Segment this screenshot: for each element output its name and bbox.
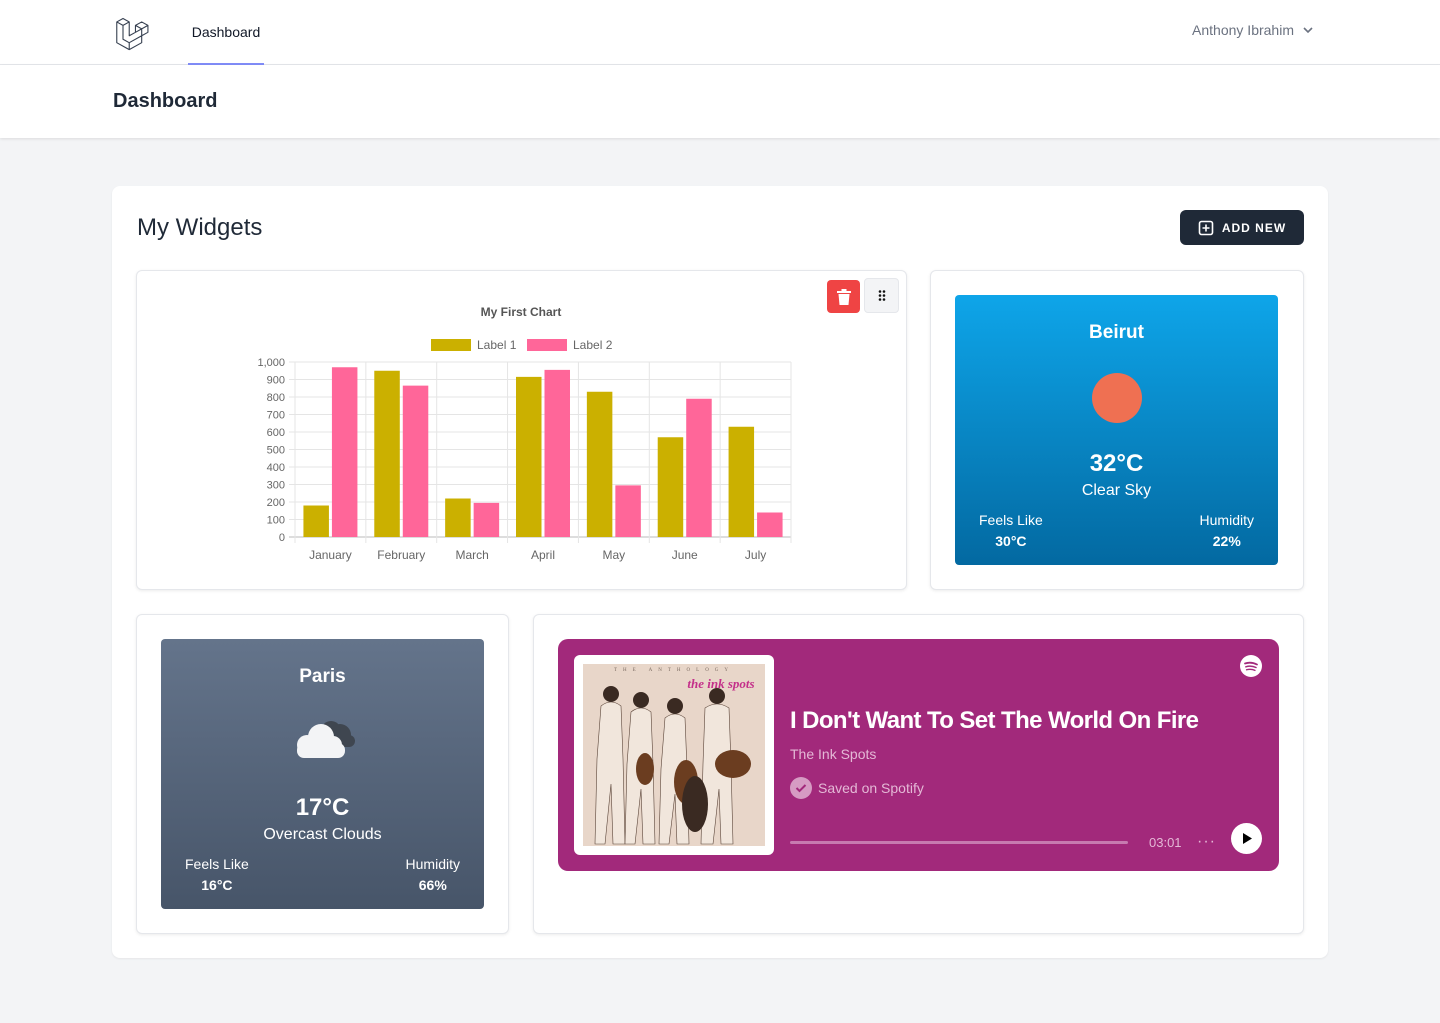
add-new-label: ADD NEW [1221, 220, 1287, 235]
y-tick-label: 500 [267, 445, 285, 457]
bar [473, 502, 500, 537]
weather-city: Paris [299, 666, 346, 687]
saved-status[interactable]: Saved on Spotify [790, 777, 924, 799]
x-tick-label: July [745, 548, 766, 562]
spotify-embed: THE ANTHOLOGY the ink spots I Don't Want… [558, 639, 1279, 871]
bar [586, 391, 613, 537]
chevron-down-icon [1303, 27, 1313, 34]
y-tick-label: 700 [267, 410, 285, 422]
x-tick-label: January [309, 548, 352, 562]
user-menu[interactable]: Anthony Ibrahim [1192, 22, 1314, 38]
check-icon [790, 777, 812, 799]
album-art: THE ANTHOLOGY the ink spots [583, 664, 765, 846]
humidity-label: Humidity [1199, 512, 1254, 528]
weather-temperature: 17°C [295, 794, 350, 821]
spotify-logo-icon[interactable] [1240, 655, 1262, 677]
page-title: Dashboard [113, 90, 218, 112]
feels-like: Feels Like 30°C [979, 512, 1043, 549]
widgets-title: My Widgets [137, 214, 263, 241]
add-new-button[interactable]: ADD NEW [1180, 210, 1304, 245]
bar [686, 398, 712, 537]
feels-like-value: 30°C [995, 533, 1027, 549]
y-tick-label: 800 [267, 392, 285, 404]
y-tick-label: 600 [267, 427, 285, 439]
play-button[interactable] [1231, 823, 1262, 854]
humidity: Humidity 66% [406, 856, 460, 893]
weather-card: Paris 17°C Overcast Clouds Feels Like 16… [161, 639, 484, 909]
feels-like-label: Feels Like [185, 856, 249, 872]
bar [615, 485, 641, 537]
humidity: Humidity 22% [1200, 512, 1254, 549]
feels-like-label: Feels Like [979, 512, 1043, 528]
weather-card: Beirut 32°C Clear Sky Feels Like 30°C Hu… [955, 295, 1278, 565]
x-tick-label: February [377, 548, 425, 562]
bar [402, 385, 429, 537]
trash-icon [836, 288, 851, 305]
album-cover[interactable]: THE ANTHOLOGY the ink spots [574, 655, 774, 855]
saved-label: Saved on Spotify [818, 780, 924, 796]
x-tick-label: June [672, 548, 698, 562]
weather-description: Clear Sky [1081, 482, 1152, 499]
laravel-logo-icon[interactable] [114, 15, 150, 51]
playback-progress[interactable] [790, 841, 1128, 844]
play-icon [1242, 833, 1252, 844]
feels-like: Feels Like 16°C [185, 856, 249, 893]
y-tick-label: 0 [279, 532, 285, 544]
x-tick-label: March [455, 548, 488, 562]
feels-like-value: 16°C [201, 877, 233, 893]
bar [657, 437, 684, 537]
weather-widget-paris: Paris 17°C Overcast Clouds Feels Like 16… [136, 614, 509, 934]
y-tick-label: 200 [267, 497, 285, 509]
legend-label: Label 1 [477, 338, 517, 352]
x-tick-label: May [603, 548, 626, 562]
delete-widget-button[interactable] [827, 280, 860, 313]
plus-square-icon [1198, 220, 1214, 235]
grip-icon [878, 290, 885, 301]
y-tick-label: 100 [267, 515, 285, 527]
legend-swatch [527, 339, 567, 351]
bar [445, 498, 471, 537]
chart-title: My First Chart [481, 305, 562, 319]
song-title[interactable]: I Don't Want To Set The World On Fire [790, 707, 1199, 735]
legend-swatch [431, 339, 471, 351]
weather-description: Overcast Clouds [263, 826, 382, 843]
album-brand-text: the ink spots [687, 676, 754, 691]
weather-temperature: 32°C [1089, 450, 1144, 477]
weather-city: Beirut [1089, 322, 1144, 343]
y-tick-label: 900 [267, 375, 285, 387]
artist-name[interactable]: The Ink Spots [790, 746, 876, 762]
widgets-card: My Widgets ADD NEW My First Chart Label 1… [112, 186, 1328, 958]
top-navigation: Dashboard Anthony Ibrahim [0, 0, 1440, 65]
cloud-icon [297, 721, 355, 758]
humidity-value: 22% [1212, 533, 1241, 549]
x-tick-label: April [531, 548, 555, 562]
drag-handle[interactable] [864, 278, 899, 313]
humidity-value: 66% [418, 877, 447, 893]
bar [303, 505, 329, 537]
humidity-label: Humidity [405, 856, 460, 872]
weather-widget-beirut: Beirut 32°C Clear Sky Feels Like 30°C Hu… [930, 270, 1304, 590]
bar [728, 426, 755, 537]
spotify-widget: THE ANTHOLOGY the ink spots I Don't Want… [533, 614, 1304, 934]
bar [374, 370, 400, 537]
sun-icon [1092, 373, 1142, 423]
album-top-text: THE ANTHOLOGY [614, 668, 734, 673]
bar-chart: My First Chart Label 1 Label 2 0 100 200 300 40… [257, 305, 792, 562]
track-duration: 03:01 [1149, 835, 1182, 850]
nav-link-dashboard[interactable]: Dashboard [188, 0, 264, 65]
bar [544, 369, 570, 537]
chart-widget: My First Chart Label 1 Label 2 0 100 200 300 40… [136, 270, 907, 590]
bar [331, 367, 358, 537]
more-options-icon[interactable]: ··· [1197, 833, 1216, 851]
legend-label: Label 2 [573, 338, 613, 352]
y-tick-label: 300 [267, 480, 285, 492]
y-tick-label: 1,000 [257, 357, 285, 369]
bar [757, 512, 783, 537]
y-tick-label: 400 [267, 462, 285, 474]
user-name: Anthony Ibrahim [1192, 22, 1294, 38]
page-header: Dashboard [0, 65, 1440, 138]
bar [516, 376, 542, 537]
